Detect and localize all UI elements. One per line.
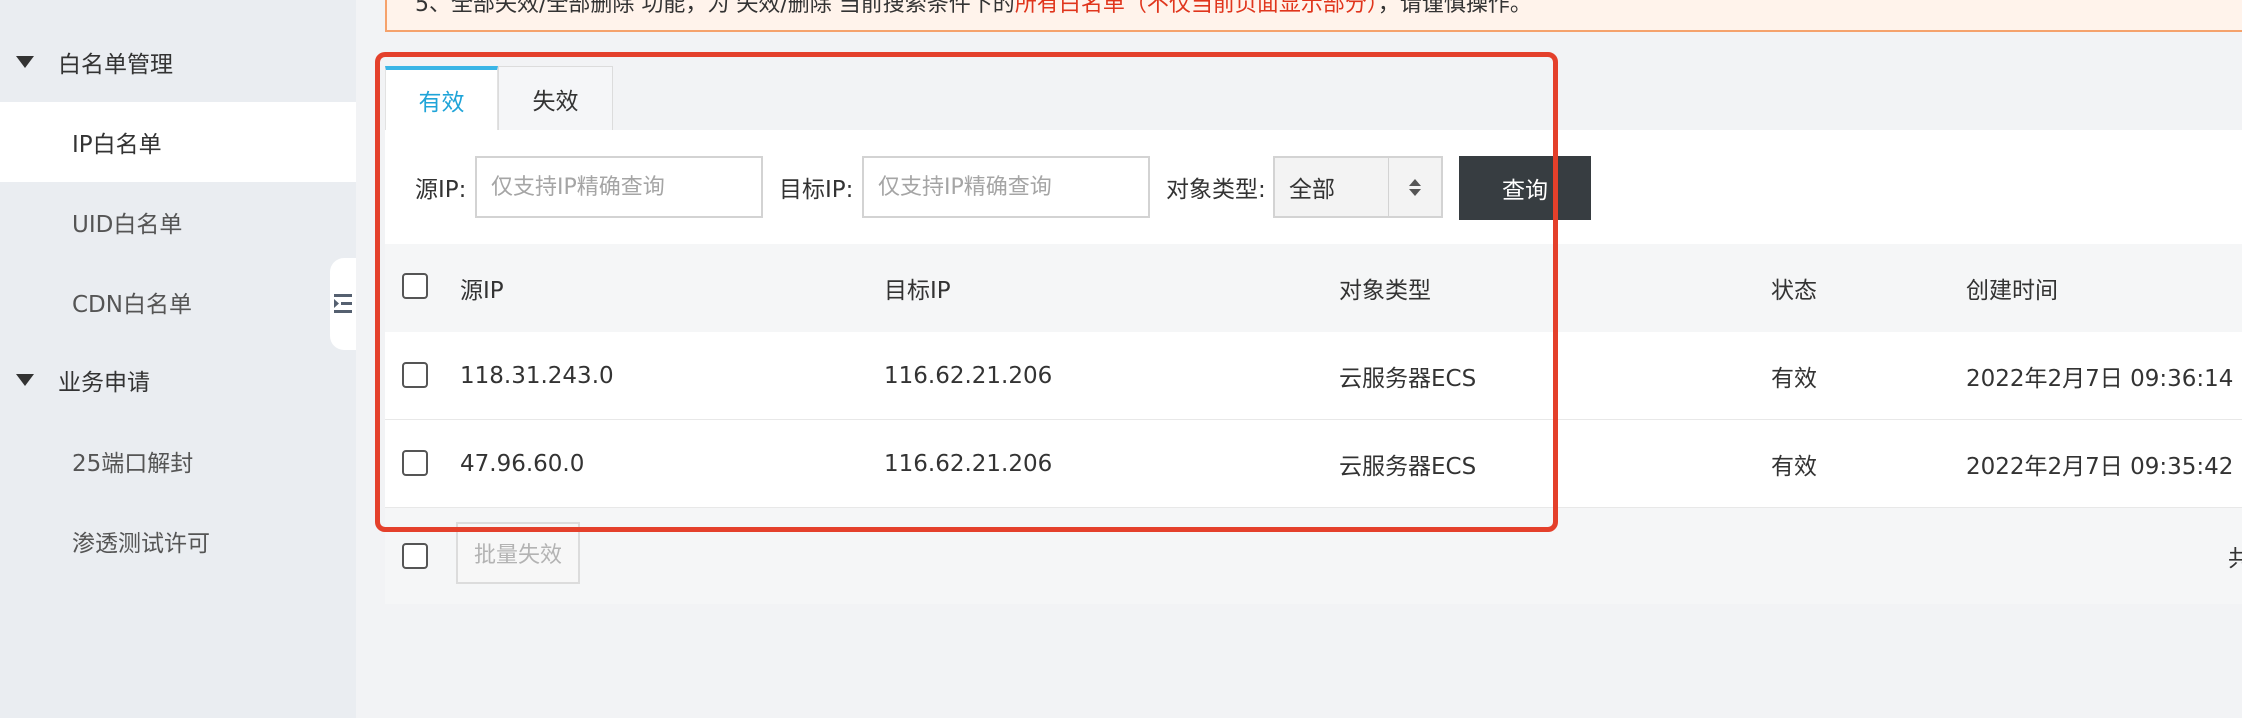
caret-down-icon	[16, 374, 34, 386]
cell-created-time: 2022年2月7日 09:36:14	[1966, 366, 2234, 392]
cell-created-time: 2022年2月7日 09:35:42	[1966, 454, 2234, 480]
annotation-highlight-box	[375, 52, 1558, 532]
cell-status: 有效	[1771, 366, 1817, 392]
collapse-icon	[334, 294, 352, 313]
sidebar-item-uid-whitelist[interactable]: UID白名单	[0, 182, 356, 262]
notice-banner: 5、全部失效/全部删除 功能，为 失效/删除 当前搜索条件下的所有白名单（不仅当…	[385, 0, 2242, 32]
sidebar-collapse-handle[interactable]	[330, 258, 356, 350]
column-header-status: 状态	[1771, 278, 1817, 304]
sidebar-group-label: 白名单管理	[58, 52, 173, 78]
sidebar-item-ip-whitelist[interactable]: IP白名单	[0, 102, 356, 182]
notice-red-text: 所有白名单（不仅当前页面显示部分）	[1014, 0, 1378, 17]
notice-text-suffix: ，请谨慎操作。	[1377, 0, 1532, 17]
sidebar-group-business[interactable]: 业务申请	[0, 340, 356, 420]
caret-down-icon	[16, 56, 34, 68]
column-header-created-time: 创建时间	[1966, 278, 2058, 304]
sidebar-group-whitelist[interactable]: 白名单管理	[0, 22, 356, 102]
footer-select-all-checkbox[interactable]	[402, 543, 428, 569]
cell-status: 有效	[1771, 454, 1817, 480]
sidebar-item-port25-unblock[interactable]: 25端口解封	[0, 421, 356, 501]
sidebar-group-label: 业务申请	[58, 370, 150, 396]
total-count-label: 共	[2228, 546, 2242, 572]
sidebar: 白名单管理 IP白名单 UID白名单 CDN白名单 业务申请 25端口解封 渗透…	[0, 0, 356, 718]
sidebar-item-pentest-permit[interactable]: 渗透测试许可	[0, 501, 356, 581]
notice-text: 5、全部失效/全部删除 功能，为 失效/删除 当前搜索条件下的	[415, 0, 1015, 17]
sidebar-item-cdn-whitelist[interactable]: CDN白名单	[0, 262, 356, 342]
